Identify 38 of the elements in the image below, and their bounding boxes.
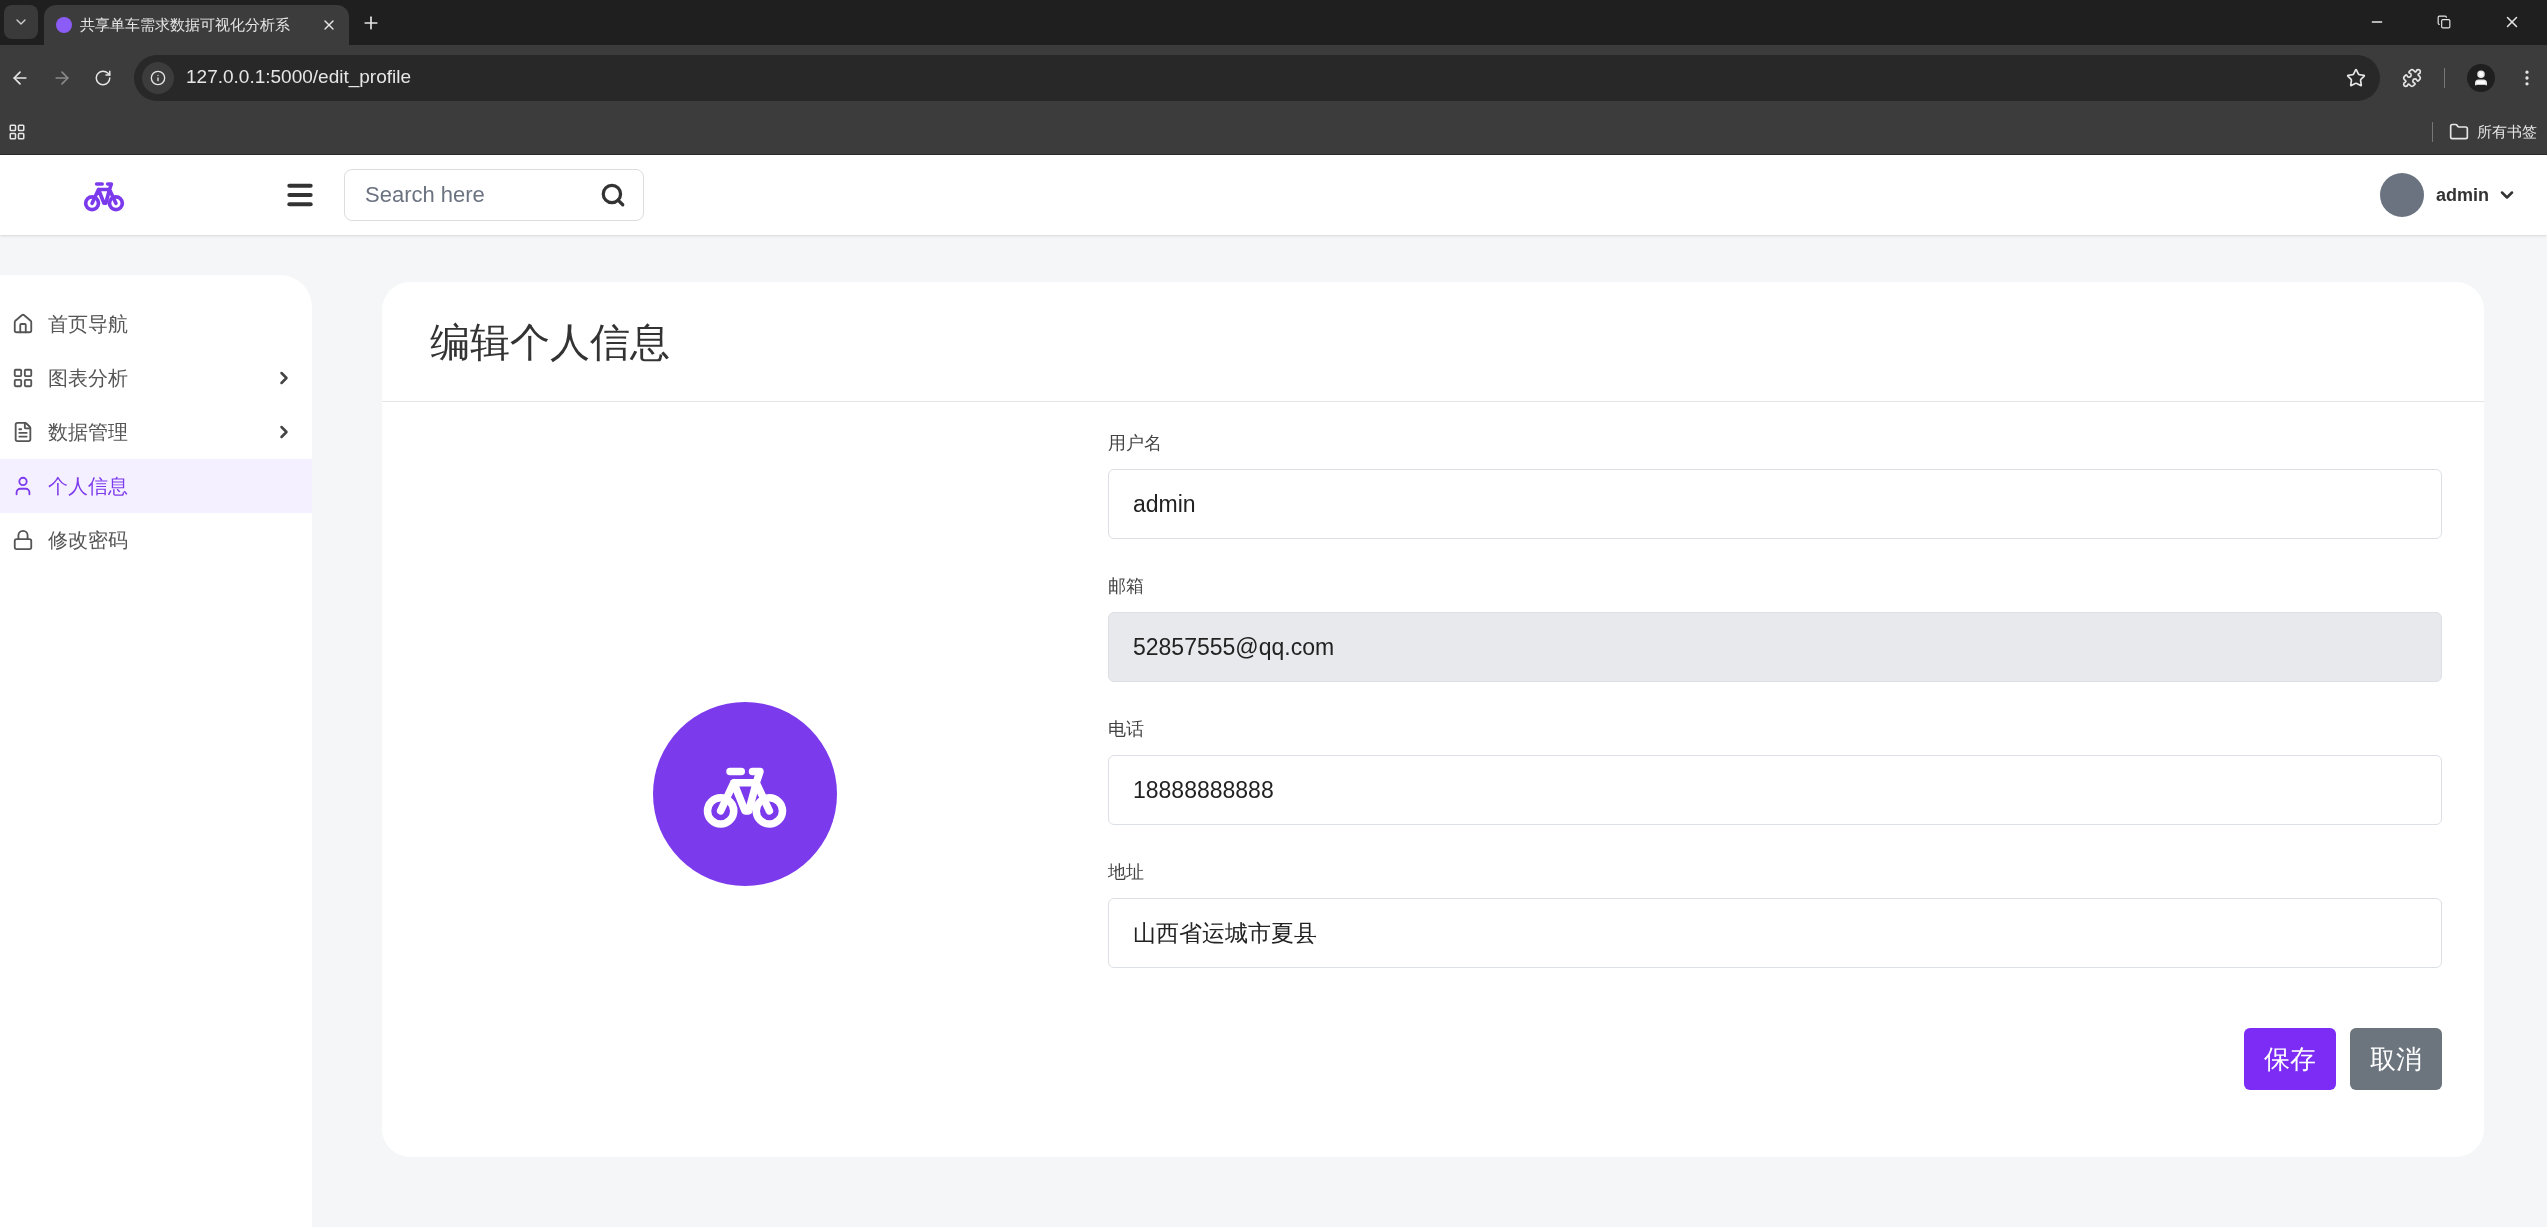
tab-title: 共享单车需求数据可视化分析系: [80, 14, 291, 35]
folder-icon: [2449, 122, 2469, 142]
site-favicon: [56, 17, 72, 33]
sidebar-item[interactable]: 图表分析: [0, 351, 312, 405]
grid-icon: [12, 367, 34, 389]
document-icon: [12, 421, 34, 443]
input-field[interactable]: 18888888888: [1108, 755, 2442, 825]
search-field[interactable]: Search here: [344, 169, 644, 221]
avatar: [2380, 173, 2424, 217]
home-icon: [12, 313, 34, 335]
field-label: 用户名: [1108, 432, 1163, 455]
input-field[interactable]: 山西省运城市夏县: [1108, 898, 2442, 968]
user-menu[interactable]: admin: [2380, 173, 2517, 217]
sidebar-item[interactable]: 数据管理: [0, 405, 312, 459]
profile-icon[interactable]: [2467, 63, 2495, 92]
search-icon[interactable]: [600, 182, 626, 208]
reload-icon[interactable]: [94, 68, 112, 87]
browser-tab[interactable]: 共享单车需求数据可视化分析系: [44, 5, 349, 45]
lock-icon: [12, 529, 34, 551]
bookmarks-folder[interactable]: 所有书签: [2449, 120, 2539, 144]
tab-list-button[interactable]: [4, 5, 38, 39]
sidebar-item[interactable]: 个人信息: [0, 459, 312, 513]
cancel-button[interactable]: 取消: [2350, 1028, 2442, 1090]
input-field[interactable]: admin: [1108, 469, 2442, 539]
field-label: 地址: [1108, 861, 1145, 884]
save-button[interactable]: 保存: [2244, 1028, 2336, 1090]
restore-icon[interactable]: [2437, 15, 2451, 29]
apps-grid-icon[interactable]: [8, 123, 26, 141]
field-label: 电话: [1108, 718, 1145, 741]
extensions-icon[interactable]: [2402, 67, 2422, 88]
info-icon[interactable]: [150, 69, 166, 86]
sidebar-item[interactable]: 首页导航: [0, 297, 312, 351]
sidebar-item[interactable]: 修改密码: [0, 513, 312, 567]
address-bar[interactable]: 127.0.0.1:5000/edit_profile: [134, 54, 2380, 101]
field-label: 邮箱: [1108, 575, 1145, 598]
page-title: 编辑个人信息: [430, 318, 670, 366]
url-text: 127.0.0.1:5000/edit_profile: [186, 65, 412, 90]
bookmark-star-icon[interactable]: [2346, 67, 2366, 88]
